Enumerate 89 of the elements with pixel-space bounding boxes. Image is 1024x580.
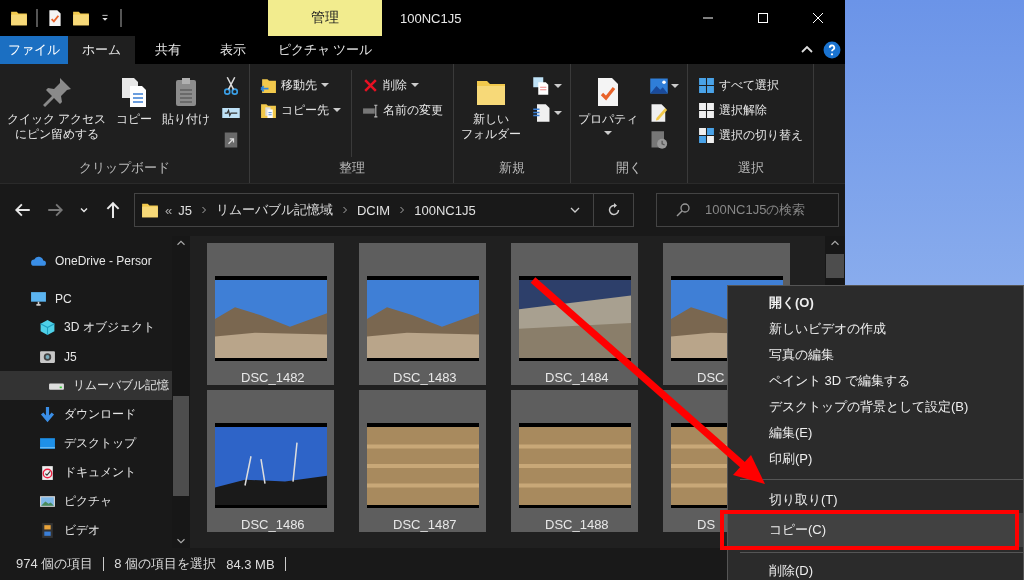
- file-name: DS: [697, 517, 716, 532]
- file-name: DSC_1486: [241, 517, 305, 532]
- download-icon: [39, 406, 56, 423]
- sidebar-item[interactable]: ビデオ: [0, 516, 172, 545]
- breadcrumb[interactable]: J5: [178, 202, 192, 218]
- sidebar-item[interactable]: デスクトップ: [0, 429, 172, 458]
- overflow-chevrons[interactable]: «: [165, 202, 173, 218]
- pictures-icon: [39, 493, 56, 510]
- folder-icon[interactable]: [72, 9, 90, 27]
- desktop-icon: [39, 435, 56, 452]
- history-icon[interactable]: [649, 130, 670, 150]
- group-label: 選択: [736, 159, 765, 177]
- sidebar-item[interactable]: ドキュメント: [0, 458, 172, 487]
- easy-access-icon[interactable]: [532, 103, 553, 123]
- ribbon-button[interactable]: 選択解除: [696, 99, 806, 121]
- ribbon-button[interactable]: 選択の切り替え: [696, 124, 806, 146]
- grid-outline-icon: [698, 101, 716, 119]
- selection-size: 84.3 MB: [226, 556, 275, 572]
- breadcrumb[interactable]: 100NC1J5: [414, 202, 476, 218]
- ribbon-button[interactable]: すべて選択: [696, 74, 806, 96]
- context-tab-header: 管理: [268, 0, 382, 36]
- file-name: DSC_1482: [241, 370, 305, 385]
- group-label: 開く: [615, 159, 644, 177]
- pencil-document-icon[interactable]: [649, 103, 670, 123]
- breadcrumb[interactable]: DCIM: [356, 202, 391, 218]
- sidebar-item[interactable]: ダウンロード: [0, 400, 172, 429]
- ribbon-button[interactable]: プロパティ: [575, 70, 642, 157]
- file-name: DSC_1484: [545, 370, 609, 385]
- file-tile[interactable]: DSC_1486: [207, 390, 334, 532]
- back-arrow-icon[interactable]: [14, 201, 32, 219]
- sidebar-item[interactable]: J5: [0, 342, 172, 371]
- file-tile[interactable]: DSC_1488: [511, 390, 638, 532]
- ribbon-button[interactable]: クイック アクセス にピン留めする: [4, 70, 110, 157]
- up-arrow-icon[interactable]: [104, 201, 122, 219]
- group-label: 整理: [337, 159, 366, 177]
- picture-icon[interactable]: [649, 76, 670, 96]
- window-title: 100NC1J5: [400, 10, 463, 26]
- file-name: DSC_1487: [393, 517, 457, 532]
- folder-icon[interactable]: [10, 9, 28, 27]
- camera-icon: [39, 348, 56, 365]
- group-label: 新規: [498, 159, 527, 177]
- document-icon: [39, 464, 56, 481]
- group-label: クリップボード: [78, 159, 172, 177]
- cube-icon: [39, 319, 56, 336]
- sidebar-item[interactable]: 3D オブジェクト: [0, 313, 172, 342]
- check-document-icon[interactable]: [46, 9, 64, 27]
- search-placeholder: 100NC1J5の検索: [705, 201, 806, 219]
- sidebar-item[interactable]: リムーバブル記憶: [0, 371, 172, 400]
- film-icon: [39, 522, 56, 539]
- menu-item[interactable]: 削除(D): [728, 558, 1023, 580]
- ribbon-button[interactable]: 移動先: [258, 74, 344, 96]
- ribbon-tab[interactable]: ファイル: [0, 36, 68, 64]
- file-name: DSC_1488: [545, 517, 609, 532]
- sidebar-item[interactable]: OneDrive - Persor: [0, 246, 172, 275]
- search-field[interactable]: 100NC1J5の検索: [656, 193, 839, 227]
- item-count: 974 個の項目: [16, 555, 94, 573]
- ribbon-button[interactable]: 削除: [360, 74, 446, 96]
- scrollbar-thumb[interactable]: [173, 396, 189, 496]
- sidebar-item[interactable]: PC: [0, 284, 172, 313]
- ribbon-button[interactable]: 貼り付け: [159, 70, 214, 157]
- file-name: DSC_1483: [393, 370, 457, 385]
- folder-icon: [141, 201, 159, 219]
- monitor-icon: [30, 290, 47, 307]
- ribbon-button[interactable]: 新しい フォルダー: [458, 70, 525, 157]
- file-tile[interactable]: DSC_1482: [207, 243, 334, 385]
- file-tile[interactable]: DSC_1487: [359, 390, 486, 532]
- sidebar-item[interactable]: ピクチャ: [0, 487, 172, 516]
- ribbon-button[interactable]: 名前の変更: [360, 99, 446, 121]
- menu-item[interactable]: デスクトップの背景として設定(B): [728, 394, 1023, 420]
- minimize-icon: [702, 17, 713, 19]
- breadcrumb[interactable]: リムーバブル記憶域: [215, 201, 333, 219]
- grid-mixed-icon: [698, 126, 716, 144]
- menu-item[interactable]: 編集(E): [728, 420, 1023, 446]
- menu-item[interactable]: 印刷(P): [728, 446, 1023, 472]
- file-name: DSC: [697, 370, 725, 385]
- selection-count: 8 個の項目を選択: [114, 555, 217, 573]
- menu-item[interactable]: 切り取り(T): [728, 487, 1023, 513]
- address-bar[interactable]: « J5 リムーバブル記憶域 DCIM 100NC1J5: [134, 193, 634, 227]
- scrollbar-thumb[interactable]: [826, 254, 844, 278]
- ribbon-button[interactable]: コピー: [113, 70, 156, 157]
- folder-arrow-icon: [260, 76, 278, 94]
- grid-icon: [698, 76, 716, 94]
- help-icon[interactable]: [823, 41, 841, 59]
- ribbon-button[interactable]: コピー先: [258, 99, 344, 121]
- ribbon-tab[interactable]: ホーム: [68, 36, 135, 64]
- file-tile[interactable]: DSC_1483: [359, 243, 486, 385]
- search-icon: [675, 202, 691, 218]
- file-tile[interactable]: DSC_1484: [511, 243, 638, 385]
- folder-pages-icon: [260, 101, 278, 119]
